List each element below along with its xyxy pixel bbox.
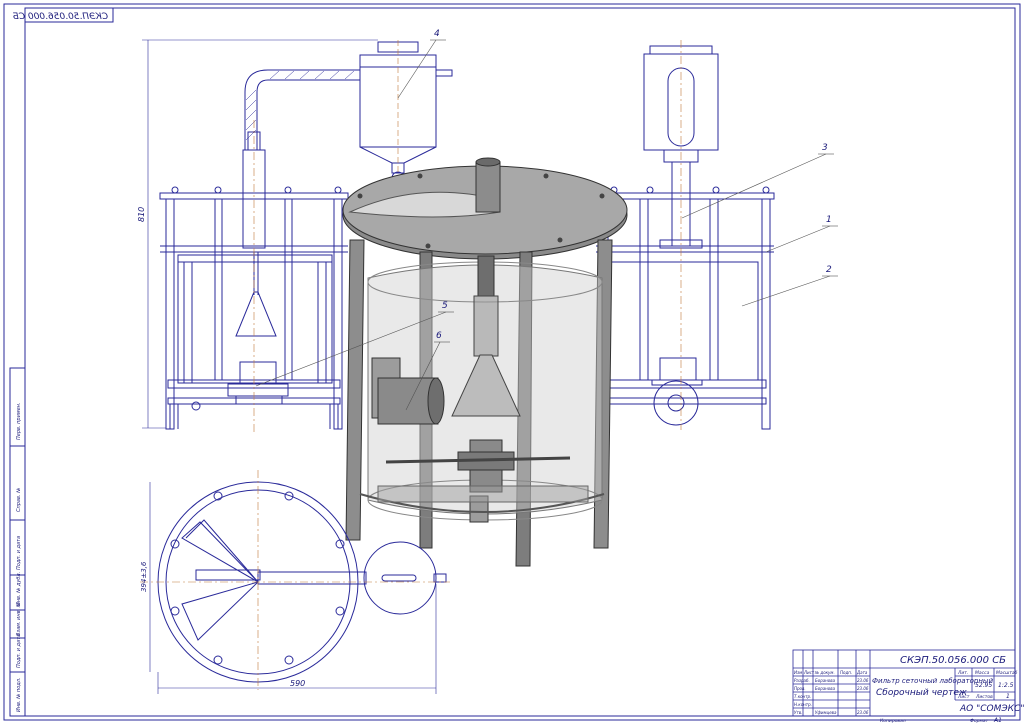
title-line-2: Сборочный чертеж — [876, 688, 968, 698]
tb-role-1: Разраб. — [794, 678, 810, 683]
mass-value: 52.95 — [975, 682, 992, 689]
dim-width: 590 — [290, 679, 305, 688]
dim-height: 810 — [137, 207, 146, 222]
tb-role-5: Утв. — [794, 710, 802, 715]
tb-role-2: Пров. — [794, 686, 806, 691]
company: АО "СОМЭКС" — [959, 704, 1024, 714]
tb-name-2: Боранова — [815, 686, 836, 691]
front-view — [159, 69, 361, 430]
mass-label: Масса — [975, 670, 990, 676]
stamp-label-3: Подп. и дата — [16, 536, 22, 570]
tb-date-5: 23.06 — [857, 710, 869, 715]
sheets-label: Листов — [975, 694, 993, 700]
tb-header-1: Изм — [794, 670, 802, 675]
tb-date-1: 23.06 — [857, 678, 869, 683]
side-view — [595, 45, 775, 430]
tb-name-5: Уфимцева — [815, 710, 837, 715]
format-label: Формат — [970, 718, 989, 724]
callout-5: 5 — [442, 301, 448, 311]
stamp-label-2: Справ. № — [16, 488, 22, 512]
lit-label: Лит. — [957, 670, 968, 676]
tb-header-4: Подп. — [840, 670, 852, 675]
tb-name-1: Боранова — [815, 678, 836, 683]
dim-plan: 394±3,6 — [140, 561, 148, 592]
tb-role-3: Т.контр. — [794, 694, 811, 699]
isometric-model — [342, 157, 628, 567]
stamp-label-7: Инв. № подл. — [16, 678, 22, 713]
mirrored-code: СКЭП.50.056.000 СБ — [13, 12, 108, 22]
mirrored-code-box: СКЭП.50.056.000 СБ — [13, 7, 114, 23]
format-value: А1 — [993, 717, 1002, 724]
callout-3: 3 — [822, 143, 828, 153]
tb-role-4: Н.контр. — [794, 702, 812, 707]
callout-2: 2 — [826, 265, 832, 275]
stamp-label-5: Взам. инв. № — [16, 602, 22, 636]
tb-date-2: 23.06 — [857, 686, 869, 691]
tb-header-2: Лист — [803, 670, 815, 675]
scale-label: Масштаб — [996, 670, 1018, 676]
scale-value: 1:2.5 — [998, 682, 1014, 689]
callout-4: 4 — [434, 29, 440, 39]
callout-1: 1 — [826, 215, 832, 225]
assembly-drawing: СКЭП.50.056.000 СБ Перв. примен. Справ. … — [3, 3, 1024, 724]
sheet-label: Лист — [957, 694, 970, 700]
stamp-label-4: Инв. № дубл. — [16, 572, 22, 606]
sheets-count: 1 — [1006, 693, 1010, 700]
stamp-label-1: Перв. примен. — [16, 402, 22, 440]
stamp-label-6: Подп. и дата — [16, 634, 22, 668]
copied-label: Копировал — [880, 718, 906, 724]
tb-header-5: Дата — [856, 670, 868, 675]
callout-6: 6 — [436, 331, 442, 341]
drawing-code: СКЭП.50.056.000 СБ — [900, 655, 1006, 666]
tb-header-3: № докум. — [814, 670, 835, 675]
